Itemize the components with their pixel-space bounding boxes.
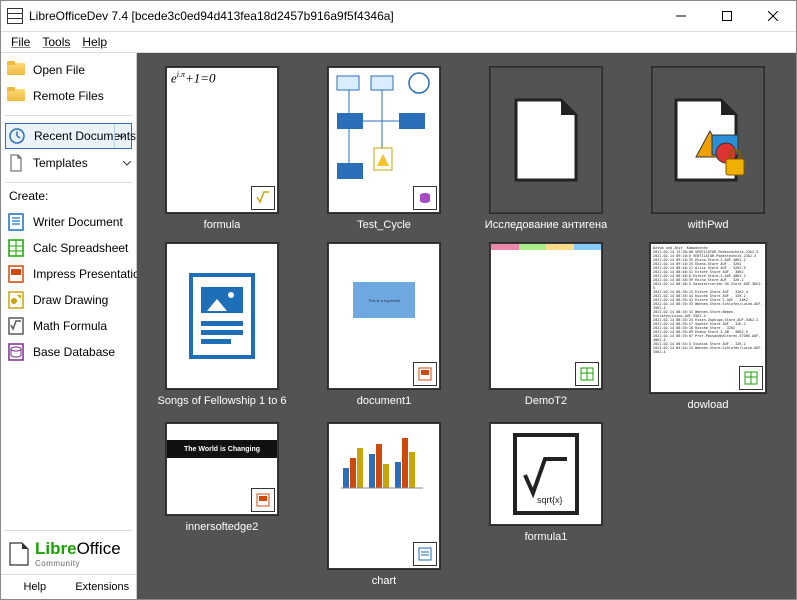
document-thumb[interactable]: DemoT2 [465, 239, 627, 419]
sidebar-templates[interactable]: Templates [1, 150, 136, 176]
chevron-down-icon[interactable] [120, 150, 134, 176]
sidebar-draw[interactable]: Draw Drawing [1, 287, 136, 313]
titlebar: LibreOfficeDev 7.4 [bcede3c0ed94d413fea1… [1, 1, 796, 32]
clock-icon [8, 127, 26, 145]
maximize-button[interactable] [704, 1, 750, 31]
window-title: LibreOfficeDev 7.4 [bcede3c0ed94d413fea1… [29, 9, 658, 23]
document-label: formula1 [525, 531, 568, 543]
document-label: withPwd [688, 219, 729, 231]
divider [5, 182, 132, 183]
calc-badge-icon [575, 362, 599, 386]
impress-badge-icon [413, 362, 437, 386]
writer-icon [7, 213, 25, 231]
document-thumb[interactable]: Songs of Fellowship 1 to 6 [141, 239, 303, 419]
menu-tools[interactable]: Tools [36, 33, 76, 51]
document-thumb[interactable]: ei.π+1=0 formula [141, 63, 303, 239]
document-thumb[interactable]: Datum und Zeit Komponente2022-02-14 13:3… [627, 239, 789, 419]
document-thumb[interactable]: withPwd [627, 63, 789, 239]
document-label: Test_Cycle [357, 219, 411, 231]
create-label: Create: [1, 185, 136, 205]
document-label: Исследование антигена [485, 219, 607, 231]
minimize-button[interactable] [658, 1, 704, 31]
document-icon [7, 154, 25, 172]
document-label: chart [372, 575, 396, 587]
math-icon [7, 317, 25, 335]
document-label: innersoftedge2 [186, 521, 259, 533]
impress-badge-icon [251, 488, 275, 512]
divider [5, 115, 132, 116]
sidebar-math[interactable]: Math Formula [1, 313, 136, 339]
menu-help[interactable]: Help [76, 33, 113, 51]
math-badge-icon [251, 186, 275, 210]
sidebar-writer[interactable]: Writer Document [1, 209, 136, 235]
sidebar-base[interactable]: Base Database [1, 339, 136, 365]
close-button[interactable] [750, 1, 796, 31]
document-thumb[interactable]: sqrt{x} formula1 [465, 419, 627, 595]
sidebar-open-file[interactable]: Open File [1, 57, 136, 83]
sidebar-extensions-link[interactable]: Extensions [69, 575, 137, 599]
document-label: dowload [688, 399, 729, 411]
menu-file[interactable]: File [5, 33, 36, 51]
svg-text:sqrt{x}: sqrt{x} [537, 495, 563, 505]
app-icon [7, 8, 23, 24]
libreoffice-logo: LibreOffice Community [1, 533, 136, 574]
sidebar-recent-documents[interactable]: Recent Documents [5, 123, 132, 149]
draw-icon [7, 291, 25, 309]
menubar: File Tools Help [1, 32, 796, 53]
sidebar-impress[interactable]: Impress Presentation [1, 261, 136, 287]
divider [5, 530, 132, 531]
calc-badge-icon [739, 366, 763, 390]
sidebar-remote-files[interactable]: Remote Files [1, 83, 136, 109]
recent-documents-area: ei.π+1=0 formula [137, 53, 796, 599]
sidebar-calc[interactable]: Calc Spreadsheet [1, 235, 136, 261]
sidebar-help-link[interactable]: Help [1, 575, 69, 599]
base-badge-icon [413, 186, 437, 210]
document-label: formula [204, 219, 241, 231]
document-thumb[interactable]: Test_Cycle [303, 63, 465, 239]
document-label: Songs of Fellowship 1 to 6 [157, 395, 286, 407]
base-icon [7, 343, 25, 361]
chevron-down-icon[interactable] [114, 124, 129, 148]
folder-icon [7, 61, 25, 79]
impress-icon [7, 265, 25, 283]
writer-badge-icon [413, 542, 437, 566]
document-thumb[interactable]: The World is Changing innersoftedge2 [141, 419, 303, 595]
calc-icon [7, 239, 25, 257]
document-thumb[interactable]: Исследование антигена [465, 63, 627, 239]
sidebar: Open File Remote Files Recent Documents [1, 53, 137, 599]
document-label: DemoT2 [525, 395, 567, 407]
document-thumb[interactable]: chart [303, 419, 465, 595]
document-label: document1 [357, 395, 411, 407]
document-thumb[interactable]: This is a hyperlink document1 [303, 239, 465, 419]
folder-icon [7, 87, 25, 105]
